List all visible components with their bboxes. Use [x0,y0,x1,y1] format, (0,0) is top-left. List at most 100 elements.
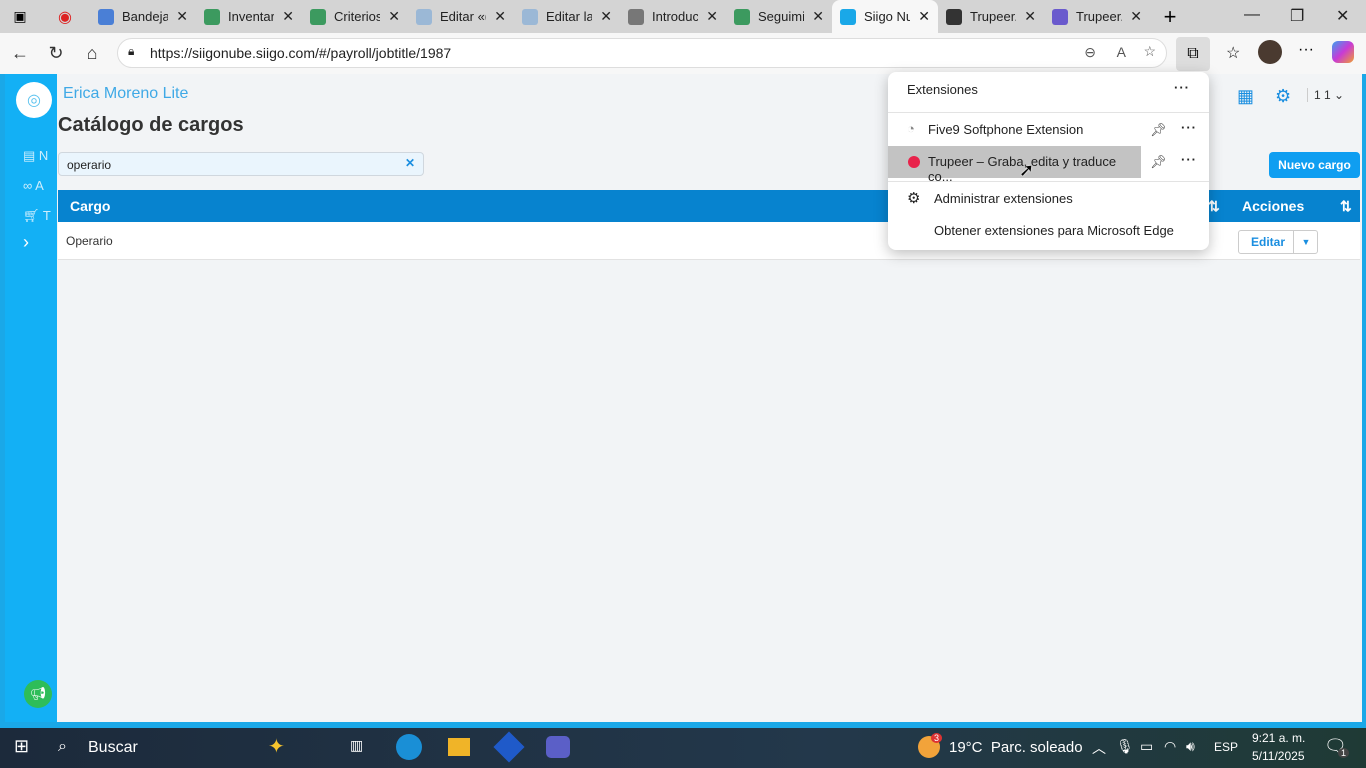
tab-label: Trupeer. [1076,9,1123,24]
back-button[interactable]: ← [2,43,38,64]
tab[interactable]: Introduc ✕ [620,0,726,33]
tab-label: Editar la [546,9,593,24]
chevron-up-icon[interactable]: ︿ [1092,738,1106,758]
favorite-star-icon[interactable]: ☆ [1143,43,1156,60]
tab[interactable]: Bandeja ✕ [90,0,196,33]
link-icon[interactable]: ∞ A [23,178,44,193]
close-tab-icon[interactable]: ✕ [1130,8,1142,25]
company-logo[interactable]: ◎ [16,82,52,118]
pin-icon[interactable]: 📌︎ [1150,122,1167,138]
app-icon[interactable] [493,731,525,763]
document-icon[interactable]: ▤ N [23,148,48,164]
extension-more-icon[interactable]: ··· [1181,152,1197,167]
extensions-popup: Extensiones ··· ◔ Five9 Softphone Extensi… [888,72,1209,250]
mouse-cursor: ➚ [1019,160,1035,180]
wifi-icon[interactable]: ◠ [1164,738,1176,755]
favorites-icon[interactable]: ☆ [1226,43,1240,63]
pin-icon[interactable]: 📌︎ [1150,154,1167,170]
tab-actions-icon[interactable]: ▣ [0,8,40,25]
task-view-icon[interactable]: ▥ [350,737,363,754]
five9-icon: ◔ [907,121,915,136]
volume-icon[interactable]: 🔊︎ [1186,738,1195,755]
recording-tab-icon[interactable]: ◉ [40,7,90,27]
tab[interactable]: Trupeer. ✕ [1044,0,1150,33]
divider [888,181,1209,182]
search-input[interactable]: operario ✕ [58,152,424,176]
tab[interactable]: Seguimi ✕ [726,0,832,33]
weather-badge: 3 [931,733,943,743]
address-bar-row: ← ↻ ⌂ 🔒︎ https://siigonube.siigo.com/#/pa… [0,33,1366,74]
sort-icon[interactable]: ⇅ [1340,198,1352,215]
minimize-button[interactable]: — [1244,6,1260,24]
page-title: Catálogo de cargos [58,114,244,136]
announcement-megaphone-icon[interactable]: 📢︎ [24,680,52,708]
maximize-button[interactable]: ❐ [1290,6,1304,26]
edit-label: Editar [1251,235,1286,249]
tab[interactable]: Criterios ✕ [302,0,408,33]
new-tab-button[interactable]: + [1150,4,1190,30]
calendar-icon[interactable]: ▦ [1237,86,1254,107]
extension-label: Five9 Softphone Extension [928,122,1084,137]
manage-extensions-link[interactable]: Administrar extensiones [934,191,1073,206]
clear-search-icon[interactable]: ✕ [405,156,415,170]
close-tab-icon[interactable]: ✕ [918,8,930,25]
profile-avatar[interactable] [1258,40,1282,64]
close-tab-icon[interactable]: ✕ [812,8,824,25]
teams-icon[interactable] [546,736,570,758]
close-tab-icon[interactable]: ✕ [1024,8,1036,25]
cart-icon[interactable]: 🛒︎ T [23,208,51,224]
home-button[interactable]: ⌂ [74,43,110,64]
get-extensions-link[interactable]: Obtener extensiones para Microsoft Edge [934,223,1174,238]
sparkle-icon: ✦ [268,736,285,758]
close-tab-icon[interactable]: ✕ [282,8,294,25]
clock-time[interactable]: 9:21 a. m. [1252,731,1305,745]
tab[interactable]: Inventar ✕ [196,0,302,33]
close-tab-icon[interactable]: ✕ [388,8,400,25]
user-menu[interactable]: 1 1 ⌄ [1307,88,1344,102]
zoom-icon[interactable]: ⊖ [1084,44,1096,61]
actions-dropdown-button[interactable]: ▼ [1293,230,1318,254]
extension-item-five9[interactable]: ◔ Five9 Softphone Extension [888,114,1141,146]
more-menu-icon[interactable]: ··· [1298,41,1314,59]
extensions-button[interactable]: ⧉ [1176,37,1210,71]
refresh-button[interactable]: ↻ [38,43,74,64]
expand-chevron-icon[interactable]: › [23,232,29,253]
tab-bar: ▣ ◉ Bandeja ✕ Inventar ✕ Criterios ✕ Editar «(… [0,0,1366,33]
search-icon[interactable]: ⌕ [58,738,67,756]
tab-label: Seguimi [758,9,805,24]
file-explorer-icon[interactable] [448,738,470,756]
extension-item-trupeer[interactable]: Trupeer – Graba, edita y traduce co... [888,146,1141,184]
column-header-acciones[interactable]: Acciones [1242,198,1304,214]
tab-label: Trupeer. [970,9,1017,24]
close-tab-icon[interactable]: ✕ [176,8,188,25]
close-window-button[interactable]: ✕ [1336,6,1349,26]
windows-start-icon[interactable]: ⊞ [14,736,29,757]
tab-favicon-icon [1052,8,1068,25]
close-tab-icon[interactable]: ✕ [600,8,612,25]
taskbar-search[interactable]: Buscar [88,739,138,757]
settings-gear-icon[interactable]: ⚙ [1275,86,1291,107]
url-text: https://siigonube.siigo.com/#/payroll/jo… [150,45,452,61]
close-tab-icon[interactable]: ✕ [494,8,506,25]
extension-more-icon[interactable]: ··· [1181,120,1197,135]
column-header-cargo[interactable]: Cargo [70,198,110,214]
read-aloud-icon[interactable]: A [1117,44,1126,60]
tab[interactable]: Trupeer. ✕ [938,0,1044,33]
tab[interactable]: Siigo Nu ✕ [832,0,938,33]
battery-icon[interactable]: ▭ [1140,738,1153,755]
microphone-icon[interactable]: 🎙︎ [1116,738,1134,755]
divider [888,112,1209,113]
clock-date[interactable]: 5/11/2025 [1252,749,1305,763]
weather-text[interactable]: 19°C Parc. soleado [949,739,1083,756]
copilot-icon[interactable] [1332,41,1354,63]
url-input[interactable]: 🔒︎ https://siigonube.siigo.com/#/payroll/… [117,38,1167,68]
tab[interactable]: Editar «(✕ [408,0,514,33]
sort-icon[interactable]: ⇅ [1208,198,1220,215]
cargo-cell: Operario [66,234,113,248]
popup-more-icon[interactable]: ··· [1174,80,1190,95]
new-job-title-button[interactable]: Nuevo cargo [1269,152,1360,178]
language-indicator[interactable]: ESP [1214,740,1238,754]
close-tab-icon[interactable]: ✕ [706,8,718,25]
tab[interactable]: Editar la ✕ [514,0,620,33]
edge-icon[interactable] [396,734,422,760]
